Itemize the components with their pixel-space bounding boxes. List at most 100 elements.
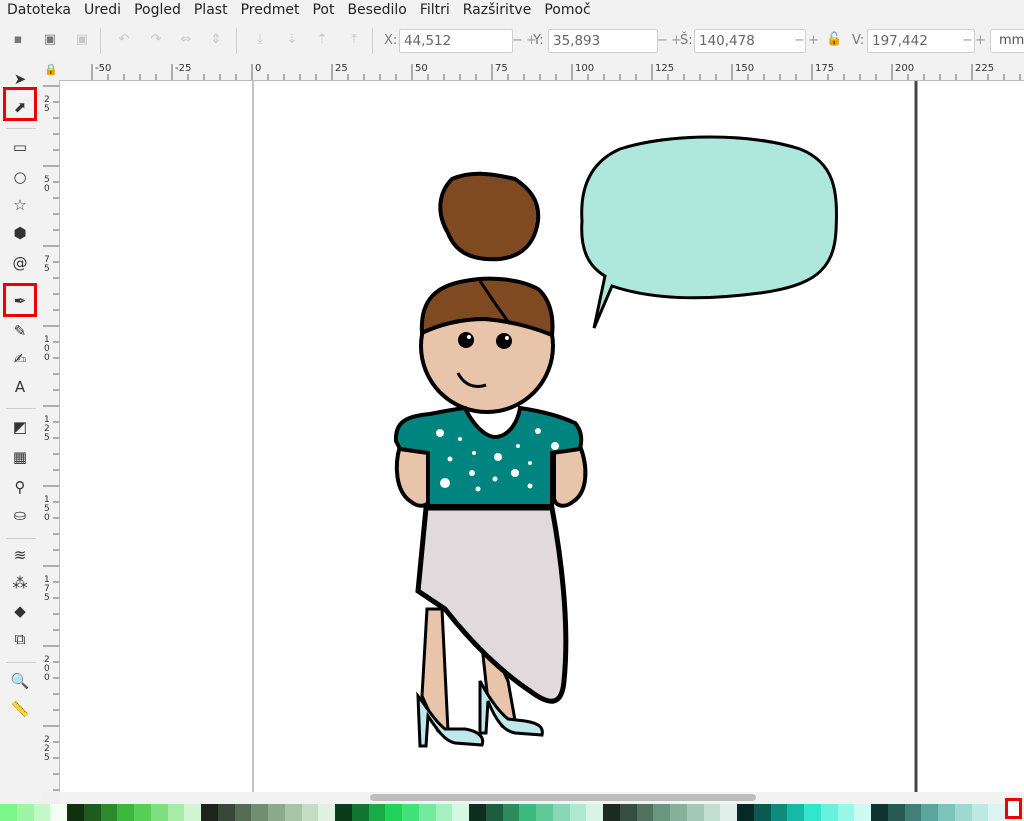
tweak-tool[interactable]: ≋ [9,544,31,566]
palette-swatch[interactable] [653,804,670,821]
connector-tool[interactable]: ⧉ [9,628,31,650]
dropper-tool[interactable]: ⚲ [9,476,31,498]
gradient-tool[interactable]: ◩ [9,416,31,438]
palette-swatch[interactable] [536,804,553,821]
width-decrement-button[interactable]: − [792,29,807,53]
palette-swatch[interactable] [217,804,235,821]
width-increment-button[interactable]: + [806,29,821,53]
palette-swatch[interactable] [469,804,486,821]
menu-item-pot[interactable]: Pot [305,0,340,20]
palette-swatch[interactable] [318,804,335,821]
palette-swatch[interactable] [552,804,570,821]
menu-item-predmet[interactable]: Predmet [234,0,306,20]
pencil-tool[interactable]: ✎ [9,320,31,342]
palette-swatch[interactable] [452,804,469,821]
eraser-tool[interactable]: ◆ [9,600,31,622]
palette-swatch[interactable] [234,804,252,821]
rectangle-tool[interactable]: ▭ [9,136,31,158]
palette-swatch[interactable] [502,804,520,821]
mesh-tool[interactable]: ▦ [9,446,31,468]
unit-select[interactable]: mm [990,29,1024,53]
select-all-icon[interactable]: ▪ [10,32,26,48]
palette-swatch[interactable] [603,804,620,821]
measure-tool[interactable]: 📏 [9,698,31,720]
spray-tool[interactable]: ⁂ [9,572,31,594]
palette-swatch[interactable] [519,804,536,821]
palette-swatch[interactable] [770,804,788,821]
raise-icon[interactable]: ⇡ [314,32,330,48]
paint-bucket-tool[interactable]: ⛀ [9,504,31,526]
palette-menu-highlight[interactable] [1005,798,1022,819]
palette-swatch[interactable] [150,804,168,821]
palette-swatch[interactable] [33,804,51,821]
drawing-canvas[interactable] [60,81,1024,792]
palette-swatch[interactable] [16,804,34,821]
left-arm[interactable] [394,444,433,508]
menu-item-filtri[interactable]: Filtri [413,0,456,20]
palette-swatch[interactable] [100,804,118,821]
palette-swatch[interactable] [368,804,386,821]
palette-swatch[interactable] [636,804,654,821]
star-tool[interactable]: ☆ [9,194,31,216]
palette-swatch[interactable] [686,804,704,821]
palette-swatch[interactable] [804,804,821,821]
speech-bubble[interactable] [580,135,838,329]
palette-swatch[interactable] [737,804,754,821]
palette-swatch[interactable] [703,804,721,821]
palette-swatch[interactable] [418,804,436,821]
hair-bun[interactable] [438,171,541,262]
y-decrement-button[interactable]: − [655,29,670,53]
palette-swatch[interactable] [201,804,218,821]
menu-item-pogled[interactable]: Pogled [127,0,187,20]
palette-swatch[interactable] [167,804,185,821]
calligraphy-tool[interactable]: ✍ [9,348,31,370]
palette-swatch[interactable] [586,804,603,821]
ruler-corner-lock[interactable]: 🔒 [41,62,60,80]
palette-swatch[interactable] [385,804,402,821]
palette-swatch[interactable] [670,804,687,821]
vertical-ruler[interactable]: 2 5 5 0 7 5 1 0 0 1 2 5 1 5 0 1 7 5 2 0 0 2 2 5 [41,80,60,792]
flip-horizontal-icon[interactable]: ⇔ [178,32,194,48]
menu-item-plast[interactable]: Plast [187,0,234,20]
palette-swatch[interactable] [83,804,101,821]
lower-to-bottom-icon[interactable]: ⤓ [252,32,268,48]
menu-item-besedilo[interactable]: Besedilo [340,0,412,20]
palette-swatch[interactable] [854,804,871,821]
palette-swatch[interactable] [117,804,134,821]
palette-swatch[interactable] [904,804,922,821]
palette-swatch[interactable] [787,804,804,821]
palette-swatch[interactable] [0,804,17,821]
flip-vertical-icon[interactable]: ⇕ [208,32,224,48]
rotate-ccw-icon[interactable]: ↶ [116,32,132,48]
palette-swatch[interactable] [938,804,955,821]
palette-swatch[interactable] [301,804,319,821]
text-tool[interactable]: A [9,376,31,398]
lock-ratio-icon[interactable]: 🔓 [826,32,842,48]
palette-swatch[interactable] [921,804,938,821]
menu-item-uredi[interactable]: Uredi [77,0,127,20]
horizontal-scrollbar-thumb[interactable] [370,794,756,801]
y-input[interactable]: 35,893 [548,29,658,53]
horizontal-scrollbar[interactable] [60,792,1024,804]
width-input[interactable]: 140,478 [694,29,806,53]
palette-swatch[interactable] [284,804,302,821]
rotate-cw-icon[interactable]: ↷ [148,32,164,48]
palette-swatch[interactable] [954,804,972,821]
height-increment-button[interactable]: + [973,29,988,53]
zoom-tool[interactable]: 🔍 [9,670,31,692]
palette-swatch[interactable] [887,804,905,821]
x-decrement-button[interactable]: − [510,29,525,53]
deselect-icon[interactable]: ▣ [74,32,90,48]
palette-swatch[interactable] [50,804,67,821]
palette-swatch[interactable] [184,804,201,821]
palette-swatch[interactable] [435,804,453,821]
palette-swatch[interactable] [971,804,989,821]
raise-to-top-icon[interactable]: ⤒ [346,32,362,48]
palette-swatch[interactable] [67,804,84,821]
lower-icon[interactable]: ⇣ [284,32,300,48]
palette-swatch[interactable] [820,804,838,821]
horizontal-ruler[interactable]: -50 -25 0 25 50 75 100 125 150 175 200 225 [60,62,1024,81]
height-input[interactable]: 197,442 [867,29,975,53]
menu-item-pomoč[interactable]: Pomoč [537,0,596,20]
palette-swatch[interactable] [619,804,637,821]
